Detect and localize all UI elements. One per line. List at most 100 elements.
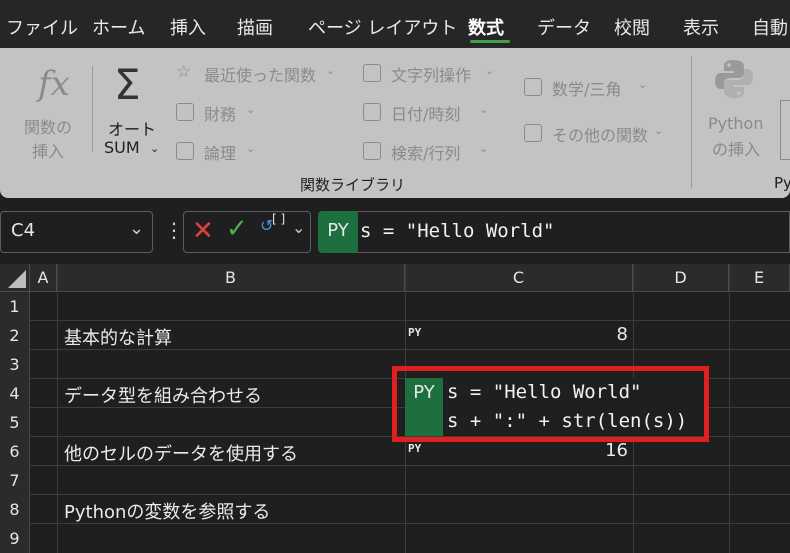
column-header-a[interactable]: A	[30, 264, 57, 292]
column-header-c[interactable]: C	[405, 264, 633, 292]
gridline	[0, 320, 790, 321]
row-header-6[interactable]: 6	[0, 437, 30, 466]
insert-python-label-2: の挿入	[712, 140, 761, 159]
lookup-reference-label: 検索/行列	[391, 144, 461, 163]
chevron-down-icon: ⌄	[246, 103, 256, 116]
lookup-reference-button[interactable]: 検索/行列 ⌄	[363, 140, 503, 164]
chevron-down-icon: ⌄	[654, 124, 664, 137]
chevron-down-icon: ⌄	[246, 142, 256, 155]
gridline	[0, 494, 790, 495]
ribbon-overflow	[780, 100, 790, 160]
chevron-down-icon: ⌄	[638, 78, 648, 91]
more-functions-button[interactable]: その他の関数 ⌄	[524, 122, 674, 146]
cell-c2-py-icon: PY	[408, 326, 422, 339]
cell-b4[interactable]: データ型を組み合わせる	[64, 382, 262, 408]
row-header-2[interactable]: 2	[0, 321, 30, 350]
tab-file[interactable]: ファイル	[6, 14, 78, 40]
formula-text: s = "Hello World"	[360, 220, 555, 242]
cell-b6[interactable]: 他のセルのデータを使用する	[64, 440, 298, 466]
gridline	[57, 264, 58, 553]
ribbon-separator	[691, 56, 692, 188]
math-trig-label: 数学/三角	[552, 80, 622, 99]
autosum-label-1: オート	[108, 120, 157, 139]
insert-function-label-1: 関数の	[24, 118, 73, 137]
ribbon-separator	[92, 66, 93, 152]
date-time-button[interactable]: 日付/時刻 ⌄	[363, 101, 503, 125]
cell-c6-py-icon: PY	[408, 442, 422, 455]
column-header-e[interactable]: E	[729, 264, 790, 292]
magnifier-icon	[363, 142, 381, 160]
tab-draw[interactable]: 描画	[237, 14, 273, 40]
more-options-icon[interactable]: ⋮	[164, 218, 184, 242]
logical-label: 論理	[204, 144, 237, 163]
bracket-icon: [ ]	[272, 212, 286, 226]
insert-python-label-1: Python	[708, 114, 764, 133]
menu-bar: ファイル ホーム 挿入 描画 ページ レイアウト 数式 データ 校閲 表示 自動	[0, 0, 790, 48]
cell-c6[interactable]: 16	[568, 440, 628, 461]
column-header-b[interactable]: B	[57, 264, 405, 292]
cell-b2[interactable]: 基本的な計算	[64, 324, 172, 350]
name-box-value: C4	[11, 220, 36, 241]
select-all-button[interactable]	[0, 264, 30, 292]
chevron-down-icon: ⌄	[485, 64, 495, 77]
tab-home[interactable]: ホーム	[92, 14, 145, 40]
row-header-3[interactable]: 3	[0, 350, 30, 379]
insert-python-button[interactable]: Python の挿入	[700, 58, 780, 159]
chevron-down-icon: ⌄	[479, 142, 489, 155]
clock-icon	[363, 103, 381, 121]
cell-c2[interactable]: 8	[568, 324, 628, 345]
tab-insert[interactable]: 挿入	[170, 14, 206, 40]
database-icon	[176, 103, 194, 121]
tab-page-layout[interactable]: ページ レイアウト	[308, 14, 457, 40]
chevron-down-icon: ⌄	[326, 64, 336, 77]
group-label-python-partial: Py	[774, 174, 790, 192]
text-functions-button[interactable]: 文字列操作 ⌄	[363, 62, 513, 86]
financial-button[interactable]: 財務 ⌄	[176, 101, 266, 125]
enter-check-icon[interactable]: ✓	[226, 214, 248, 244]
star-icon: ☆	[176, 62, 192, 82]
highlight-box	[392, 366, 709, 442]
cell-b8[interactable]: Pythonの変数を参照する	[64, 498, 270, 524]
tab-data[interactable]: データ	[537, 14, 591, 40]
cancel-icon[interactable]: ✕	[192, 216, 214, 246]
text-a-icon	[363, 64, 381, 82]
insert-function-button[interactable]: fx 関数の 挿入	[14, 58, 86, 168]
row-header-1[interactable]: 1	[0, 292, 30, 321]
autosum-button[interactable]: Σ オート SUM ⌄	[98, 58, 168, 168]
chevron-down-icon[interactable]: ⌄	[292, 218, 305, 237]
chevron-down-icon: ⌄	[150, 142, 160, 155]
more-dots-icon	[524, 124, 542, 142]
column-header-d[interactable]: D	[633, 264, 729, 292]
formula-controls: ✕ ✓ ↺ [ ] ⌄	[183, 211, 311, 253]
row-header-7[interactable]: 7	[0, 466, 30, 495]
tab-review[interactable]: 校閲	[614, 14, 650, 40]
tab-automate[interactable]: 自動	[752, 14, 788, 40]
ribbon: fx 関数の 挿入 Σ オート SUM ⌄ ☆ 最近使った関数 ⌄ 財務 ⌄ 論…	[0, 48, 790, 198]
row-header-4[interactable]: 4	[0, 379, 30, 408]
active-tab-indicator	[470, 40, 510, 43]
financial-label: 財務	[204, 105, 237, 124]
formula-py-badge: PY	[318, 211, 358, 253]
name-box[interactable]: C4 ⌄	[0, 211, 153, 253]
row-header-8[interactable]: 8	[0, 495, 30, 524]
recent-functions-button[interactable]: ☆ 最近使った関数 ⌄	[176, 62, 346, 86]
group-label-function-library: 関数ライブラリ	[300, 176, 406, 194]
row-header-9[interactable]: 9	[0, 524, 30, 553]
sigma-icon: Σ	[114, 60, 141, 109]
theta-icon	[524, 78, 542, 96]
recent-functions-label: 最近使った関数	[204, 66, 317, 85]
gridline	[729, 264, 730, 553]
autosum-label-2: SUM	[104, 138, 140, 157]
tab-formulas[interactable]: 数式	[468, 14, 504, 40]
chevron-down-icon[interactable]: ⌄	[129, 218, 144, 239]
tab-view[interactable]: 表示	[683, 14, 719, 40]
logical-button[interactable]: 論理 ⌄	[176, 140, 266, 164]
math-trig-button[interactable]: 数学/三角 ⌄	[524, 76, 654, 100]
text-functions-label: 文字列操作	[391, 66, 472, 85]
fx-icon: fx	[38, 64, 70, 104]
row-header-5[interactable]: 5	[0, 408, 30, 437]
python-logo-icon	[715, 60, 753, 98]
chevron-down-icon: ⌄	[479, 103, 489, 116]
insert-function-label-2: 挿入	[32, 142, 65, 161]
date-time-label: 日付/時刻	[391, 105, 461, 124]
